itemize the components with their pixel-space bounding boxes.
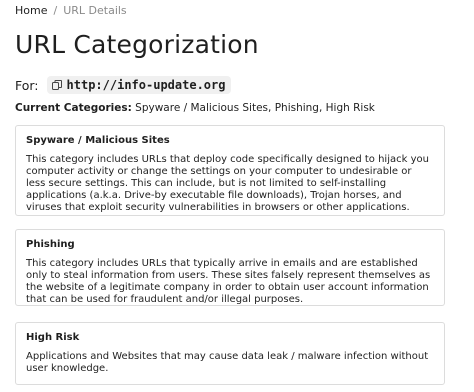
breadcrumb-home-link[interactable]: Home bbox=[15, 4, 47, 17]
current-categories: Current Categories: Spyware / Malicious … bbox=[15, 102, 375, 114]
current-categories-label: Current Categories: bbox=[15, 102, 132, 114]
url-value: http://info-update.org bbox=[66, 78, 226, 92]
for-label: For: bbox=[15, 77, 39, 93]
breadcrumb-separator: / bbox=[53, 4, 58, 17]
category-title: Spyware / Malicious Sites bbox=[26, 135, 170, 146]
category-card-phishing: Phishing This category includes URLs tha… bbox=[15, 229, 445, 306]
category-title: High Risk bbox=[26, 332, 80, 343]
page-title: URL Categorization bbox=[15, 30, 259, 59]
category-description: Applications and Websites that may cause… bbox=[26, 351, 429, 374]
category-card-high-risk: High Risk Applications and Websites that… bbox=[15, 322, 445, 385]
current-categories-value: Spyware / Malicious Sites, Phishing, Hig… bbox=[131, 102, 375, 114]
breadcrumb-current: URL Details bbox=[63, 4, 127, 17]
url-chip[interactable]: http://info-update.org bbox=[46, 76, 232, 94]
for-row: For: http://info-update.org bbox=[15, 76, 232, 94]
category-description: This category includes URLs that deploy … bbox=[26, 154, 429, 213]
category-title: Phishing bbox=[26, 239, 75, 250]
breadcrumb: Home / URL Details bbox=[15, 4, 127, 17]
category-description: This category includes URLs that typical… bbox=[26, 258, 431, 305]
copy-icon[interactable] bbox=[51, 80, 62, 90]
category-card-spyware: Spyware / Malicious Sites This category … bbox=[15, 125, 445, 216]
